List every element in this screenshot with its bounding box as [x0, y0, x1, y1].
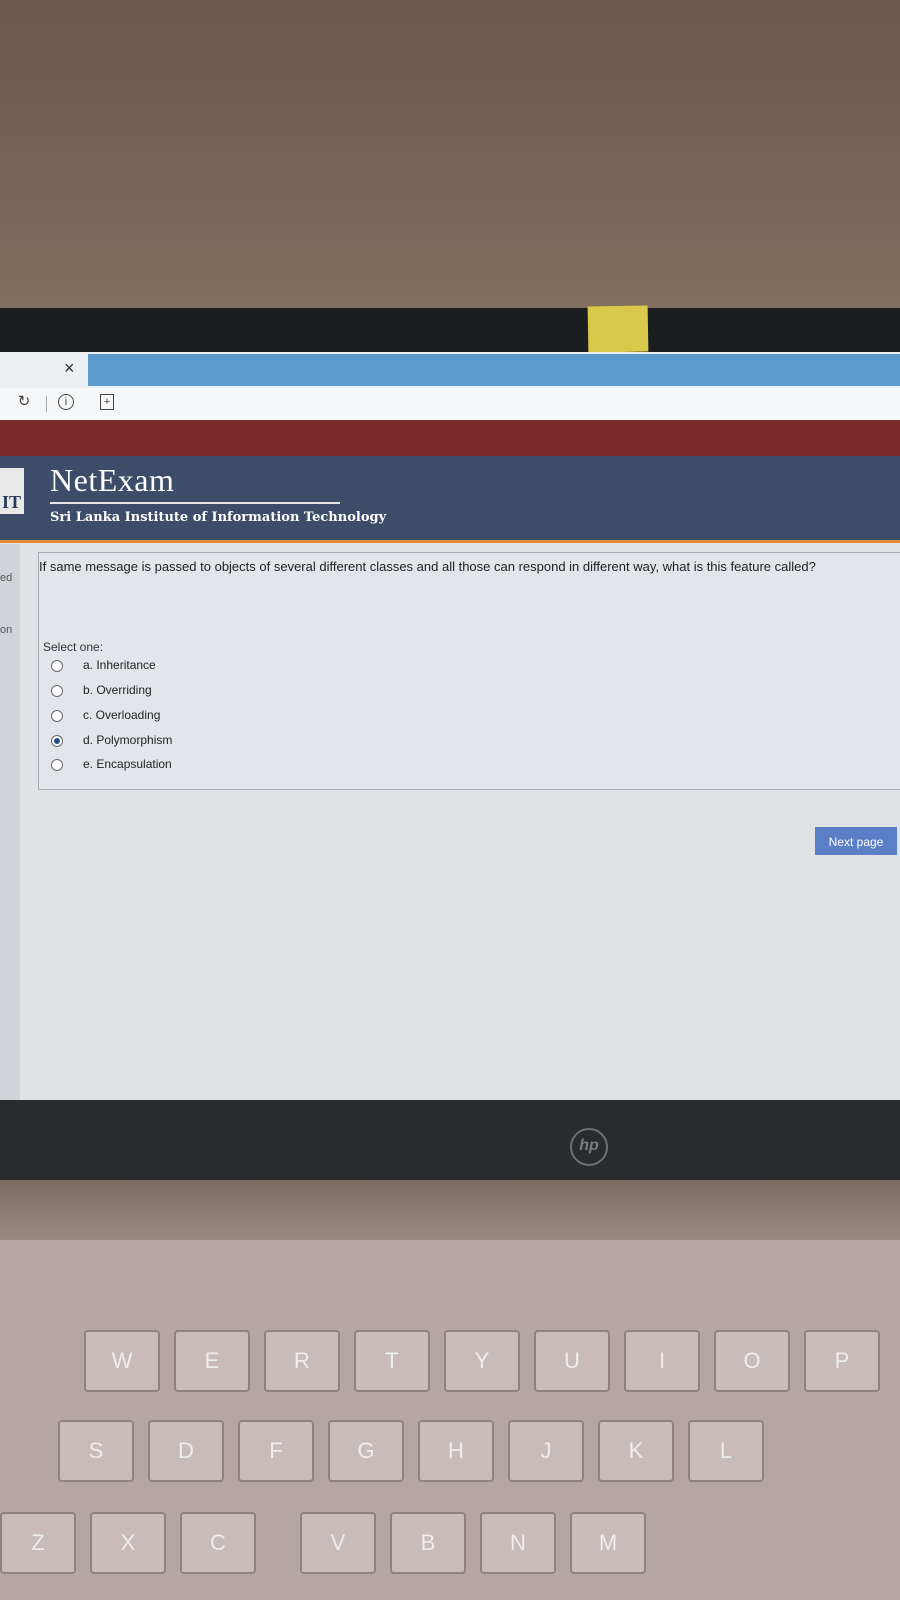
- option-a[interactable]: a. Inheritance: [51, 656, 351, 676]
- question-panel: If same message is passed to objects of …: [38, 552, 900, 790]
- sidebar-fragment-bottom: on: [0, 624, 13, 636]
- sticky-note: [587, 305, 649, 353]
- question-text: If same message is passed to objects of …: [39, 559, 816, 574]
- info-icon[interactable]: i: [58, 394, 74, 410]
- laptop-bottom-bezel: [0, 1100, 900, 1180]
- key-k: K: [598, 1420, 674, 1482]
- institution-logo: IT: [0, 468, 24, 514]
- key-w: W: [84, 1330, 160, 1392]
- page-icon[interactable]: +: [100, 394, 114, 410]
- key-l: L: [688, 1420, 764, 1482]
- active-tab[interactable]: [88, 354, 900, 386]
- keyboard: W E R T Y U I O P S D F G H J K L Z X C …: [0, 1240, 900, 1600]
- radio-button[interactable]: [51, 710, 63, 722]
- background-wall: [0, 0, 900, 320]
- option-label: e. Encapsulation: [83, 757, 172, 771]
- site-top-bar: [0, 420, 900, 456]
- key-p: P: [804, 1330, 880, 1392]
- key-u: U: [534, 1330, 610, 1392]
- option-e[interactable]: e. Encapsulation: [51, 755, 351, 775]
- option-label: b. Overriding: [83, 683, 152, 697]
- reload-icon[interactable]: ↻: [14, 392, 34, 412]
- laptop-hinge: [0, 1180, 900, 1240]
- key-f: F: [238, 1420, 314, 1482]
- next-page-button[interactable]: Next page: [815, 827, 897, 855]
- site-header: IT NetExam Sri Lanka Institute of Inform…: [0, 456, 900, 542]
- key-m: M: [570, 1512, 646, 1574]
- key-x: X: [90, 1512, 166, 1574]
- brand-title: NetExam: [50, 462, 175, 498]
- key-e: E: [174, 1330, 250, 1392]
- key-y: Y: [444, 1330, 520, 1392]
- radio-button[interactable]: [51, 759, 63, 771]
- left-sidebar-edge: ed on: [0, 544, 20, 1100]
- key-s: S: [58, 1420, 134, 1482]
- radio-button[interactable]: [51, 685, 63, 697]
- key-n: N: [480, 1512, 556, 1574]
- hp-logo: hp: [570, 1128, 608, 1166]
- key-j: J: [508, 1420, 584, 1482]
- key-r: R: [264, 1330, 340, 1392]
- key-b: B: [390, 1512, 466, 1574]
- laptop-top-bezel: [0, 308, 900, 356]
- header-accent-line: [0, 540, 900, 543]
- browser-tab-bar: ×: [0, 352, 900, 388]
- key-t: T: [354, 1330, 430, 1392]
- laptop-screen: × ↻ i + IT NetExam Sri Lanka Institute o…: [0, 352, 900, 1100]
- sidebar-fragment-top: ed: [0, 572, 13, 584]
- key-v: V: [300, 1512, 376, 1574]
- divider: [46, 396, 47, 412]
- address-bar[interactable]: ↻ i +: [0, 388, 900, 421]
- key-h: H: [418, 1420, 494, 1482]
- radio-button[interactable]: [51, 660, 63, 672]
- option-label: c. Overloading: [83, 708, 161, 722]
- logo-text: IT: [2, 492, 22, 512]
- radio-button-selected[interactable]: [51, 735, 63, 747]
- key-c: C: [180, 1512, 256, 1574]
- institution-name: Sri Lanka Institute of Information Techn…: [50, 510, 387, 525]
- key-o: O: [714, 1330, 790, 1392]
- key-i: I: [624, 1330, 700, 1392]
- option-label: d. Polymorphism: [83, 733, 173, 747]
- option-c[interactable]: c. Overloading: [51, 706, 351, 726]
- option-label: a. Inheritance: [83, 658, 156, 672]
- key-d: D: [148, 1420, 224, 1482]
- select-one-label: Select one:: [43, 640, 104, 654]
- key-g: G: [328, 1420, 404, 1482]
- key-z: Z: [0, 1512, 76, 1574]
- close-tab-icon[interactable]: ×: [64, 358, 75, 379]
- option-d[interactable]: d. Polymorphism: [51, 731, 351, 751]
- option-b[interactable]: b. Overriding: [51, 681, 351, 701]
- brand-underline: [50, 502, 340, 504]
